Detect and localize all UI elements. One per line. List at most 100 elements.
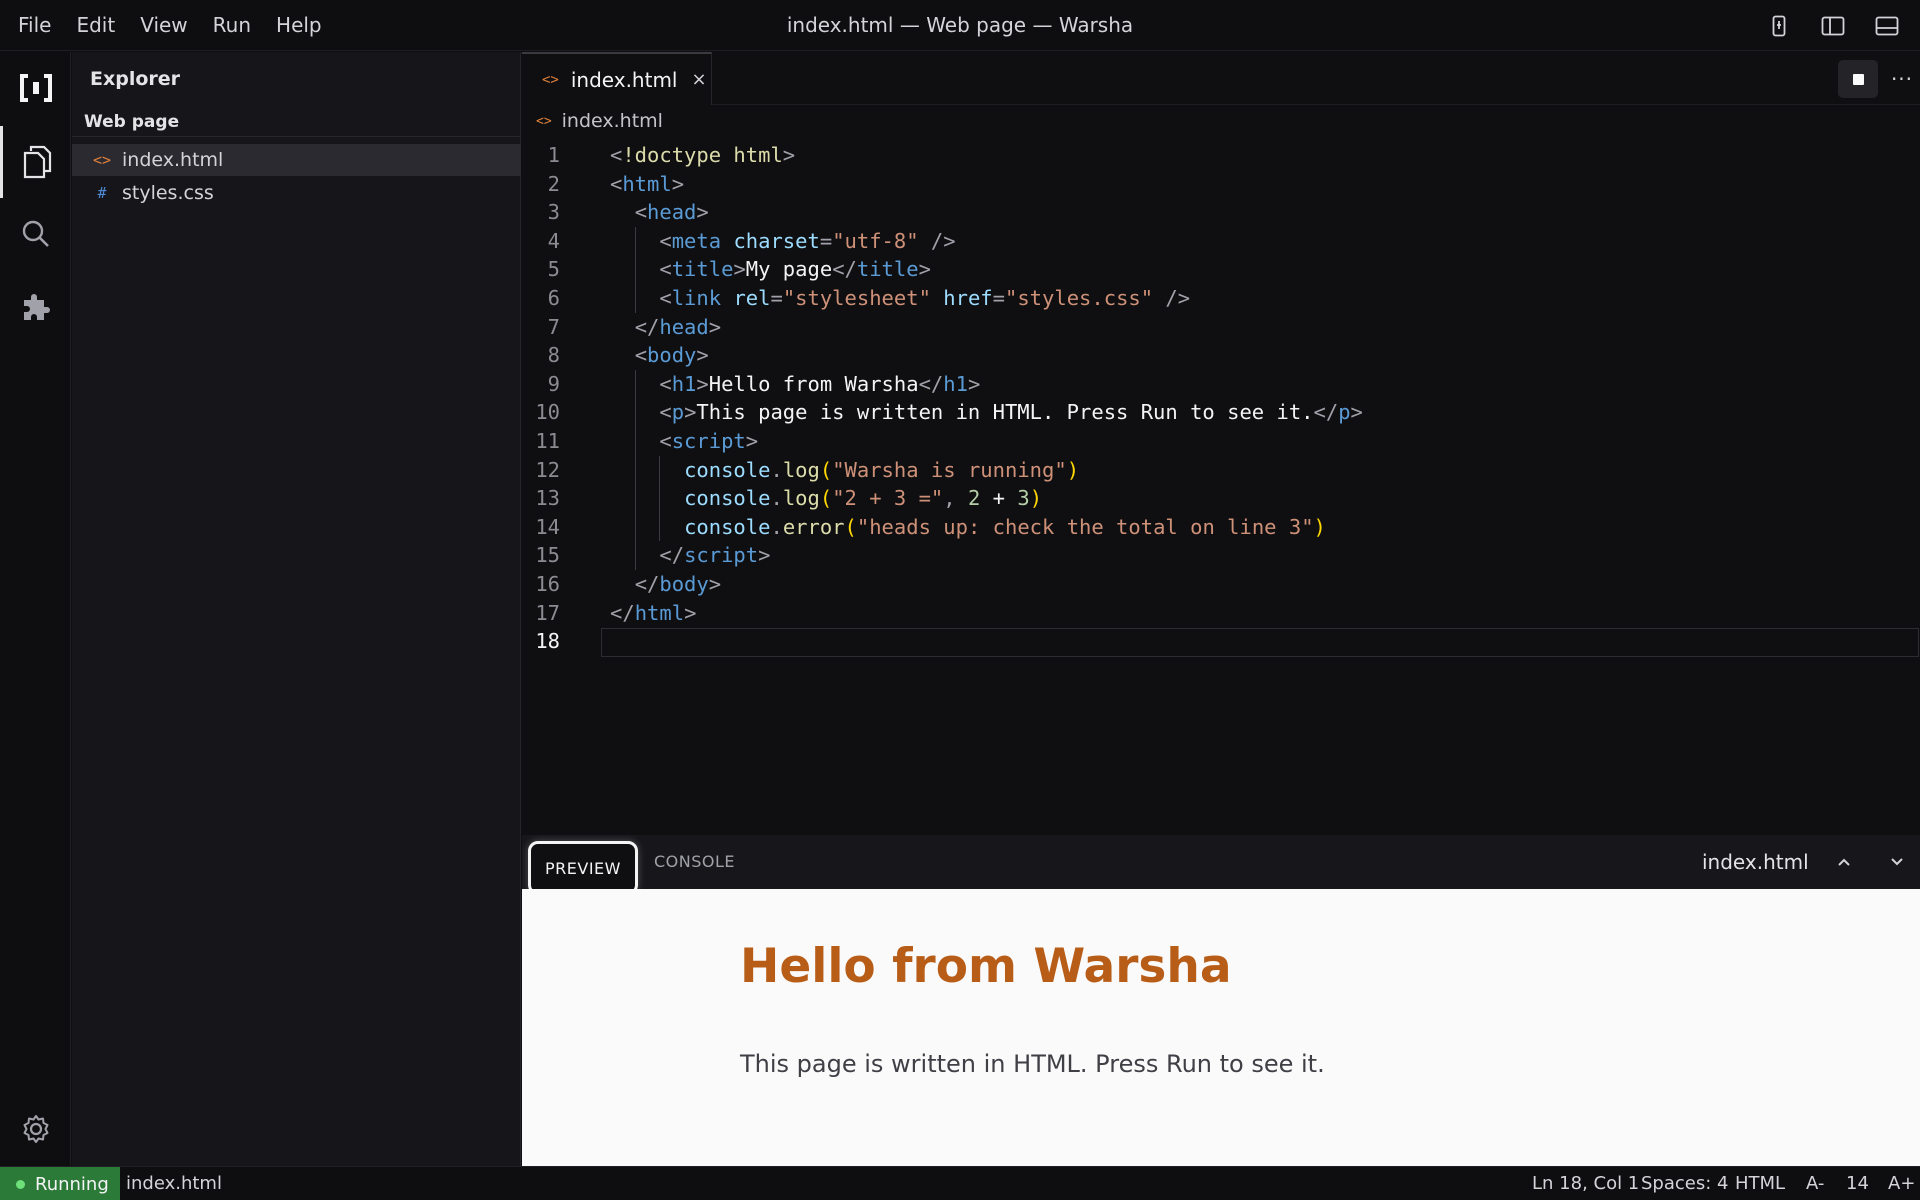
line-number: 3 bbox=[547, 200, 560, 225]
code-text: console.error("heads up: check the total… bbox=[684, 514, 1326, 539]
code-line[interactable]: 10 <p>This page is written in HTML. Pres… bbox=[522, 398, 1920, 427]
code-text: </html> bbox=[610, 600, 697, 625]
files-icon[interactable] bbox=[0, 126, 71, 198]
code-line[interactable]: 17 </html> bbox=[522, 599, 1920, 628]
code-text: </script> bbox=[659, 543, 771, 568]
line-number: 6 bbox=[547, 286, 560, 310]
code-line[interactable]: 9 <h1>Hello from Warsha</h1> bbox=[522, 369, 1920, 399]
code-text: <script> bbox=[659, 429, 759, 453]
menu-help[interactable]: Help bbox=[263, 0, 334, 51]
line-number: 14 bbox=[535, 514, 560, 539]
css-file-icon: # bbox=[97, 184, 107, 202]
preview-paragraph: This page is written in HTML. Press Run … bbox=[740, 1050, 1325, 1078]
html-file-icon: <> bbox=[542, 71, 559, 88]
breadcrumb: <> index.html bbox=[522, 106, 663, 136]
menu-run[interactable]: Run bbox=[200, 0, 263, 51]
code-text: <h1>Hello from Warsha</h1> bbox=[659, 371, 981, 396]
status-running[interactable]: Running bbox=[0, 1167, 120, 1200]
menu-edit[interactable]: Edit bbox=[63, 0, 127, 51]
panel-file-label: index.html bbox=[1702, 850, 1809, 874]
font-decrease-button[interactable]: A- bbox=[1806, 1167, 1824, 1200]
menu-bar: File Edit View Run Help bbox=[0, 0, 334, 51]
sidebar-toggle-icon[interactable] bbox=[1819, 12, 1847, 40]
extensions-icon[interactable] bbox=[0, 270, 71, 342]
file-item-styles-css[interactable]: # styles.css bbox=[72, 177, 521, 209]
line-number: 17 bbox=[535, 600, 560, 625]
more-icon[interactable]: ··· bbox=[1884, 60, 1920, 98]
code-line[interactable]: 8 <body> bbox=[522, 341, 1920, 370]
explorer-title: Explorer bbox=[90, 68, 181, 90]
file-item-index-html[interactable]: <> index.html bbox=[72, 144, 521, 176]
code-line[interactable]: 5 <title>My page</title> bbox=[522, 255, 1920, 284]
close-icon[interactable]: × bbox=[692, 69, 707, 90]
line-number: 16 bbox=[535, 572, 560, 596]
tab-preview[interactable]: PREVIEW bbox=[528, 841, 638, 895]
code-line[interactable]: 16 </body> bbox=[522, 570, 1920, 599]
stop-icon bbox=[1852, 73, 1864, 85]
breadcrumb-file[interactable]: index.html bbox=[562, 110, 663, 132]
code-text: </body> bbox=[634, 572, 722, 596]
preview-pane[interactable]: Hello from Warsha This page is written i… bbox=[522, 889, 1920, 1166]
file-item-label: styles.css bbox=[122, 182, 214, 204]
panel-header: PREVIEW CONSOLE index.html bbox=[522, 835, 1920, 895]
code-text: <html> bbox=[610, 171, 685, 196]
code-line[interactable]: 4 <meta charset="utf-8" /> bbox=[522, 226, 1920, 256]
code-line[interactable]: 11 <script> bbox=[522, 427, 1920, 456]
status-file: index.html bbox=[126, 1173, 222, 1194]
menu-view[interactable]: View bbox=[127, 0, 199, 51]
line-number: 9 bbox=[547, 371, 560, 396]
search-icon[interactable] bbox=[0, 198, 71, 270]
status-language[interactable]: HTML bbox=[1735, 1167, 1785, 1200]
line-number: 12 bbox=[535, 457, 560, 482]
device-icon[interactable] bbox=[1765, 12, 1793, 40]
file-item-label: index.html bbox=[122, 149, 224, 171]
stop-button[interactable] bbox=[1838, 60, 1878, 98]
divider bbox=[72, 136, 521, 137]
status-cursor[interactable]: Ln 18, Col 1 bbox=[1532, 1167, 1639, 1200]
code-text: <title>My page</title> bbox=[659, 257, 931, 282]
explorer-sidebar: Explorer Web page <> index.html # styles… bbox=[72, 52, 521, 1166]
code-line[interactable]: 7 </head> bbox=[522, 313, 1920, 342]
title-bar: index.html — Web page — Warsha File Edit… bbox=[0, 0, 1920, 51]
code-text: console.log("2 + 3 =", 2 + 3) bbox=[684, 486, 1043, 511]
current-line-highlight bbox=[601, 628, 1919, 657]
code-text: console.log("Warsha is running") bbox=[684, 457, 1080, 482]
code-editor[interactable]: 1 <!doctype html> 2 <html> 3 <head> 4 <meta c… bbox=[522, 141, 1920, 833]
code-line[interactable]: 12 console.log("Warsha is running") bbox=[522, 455, 1920, 485]
settings-icon[interactable] bbox=[0, 1093, 71, 1165]
code-line[interactable]: 13 console.log("2 + 3 =", 2 + 3) bbox=[522, 484, 1920, 513]
project-name[interactable]: Web page bbox=[84, 112, 179, 132]
code-text: <body> bbox=[634, 343, 709, 368]
preview-heading: Hello from Warsha bbox=[740, 939, 1232, 994]
tab-console[interactable]: CONSOLE bbox=[654, 835, 735, 889]
line-number: 2 bbox=[547, 171, 560, 196]
line-number: 13 bbox=[535, 486, 560, 511]
status-font-size: 14 bbox=[1846, 1173, 1869, 1194]
code-text: <!doctype html> bbox=[610, 143, 796, 167]
font-increase-button[interactable]: A+ bbox=[1888, 1167, 1915, 1200]
code-line[interactable]: 1 <!doctype html> bbox=[522, 141, 1920, 170]
logo-icon bbox=[0, 52, 71, 124]
tab-index-html[interactable]: <> index.html × bbox=[522, 52, 712, 105]
code-line[interactable]: 15 </script> bbox=[522, 541, 1920, 570]
line-number: 11 bbox=[535, 429, 560, 453]
line-number: 10 bbox=[535, 400, 560, 425]
tab-label: index.html bbox=[570, 67, 678, 92]
status-running-label: Running bbox=[35, 1173, 109, 1195]
running-dot-icon bbox=[16, 1179, 25, 1189]
code-line[interactable]: 6 <link rel="stylesheet" href="styles.cs… bbox=[522, 284, 1920, 313]
line-number: 1 bbox=[547, 143, 560, 167]
chevron-up-icon[interactable] bbox=[1832, 850, 1856, 874]
chevron-down-icon[interactable] bbox=[1885, 850, 1909, 874]
line-number: 8 bbox=[547, 343, 560, 368]
line-number: 4 bbox=[547, 228, 560, 253]
panel-toggle-icon[interactable] bbox=[1873, 12, 1901, 40]
code-line[interactable]: 2 <html> bbox=[522, 170, 1920, 199]
code-line[interactable]: 14 console.error("heads up: check the to… bbox=[522, 512, 1920, 542]
code-line[interactable]: 3 <head> bbox=[522, 198, 1920, 227]
html-file-icon: <> bbox=[92, 151, 112, 169]
code-text: <p>This page is written in HTML. Press R… bbox=[659, 400, 1363, 425]
code-text: <link rel="stylesheet" href="styles.css"… bbox=[659, 286, 1191, 310]
menu-file[interactable]: File bbox=[0, 0, 63, 51]
status-spaces[interactable]: Spaces: 4 bbox=[1641, 1167, 1728, 1200]
